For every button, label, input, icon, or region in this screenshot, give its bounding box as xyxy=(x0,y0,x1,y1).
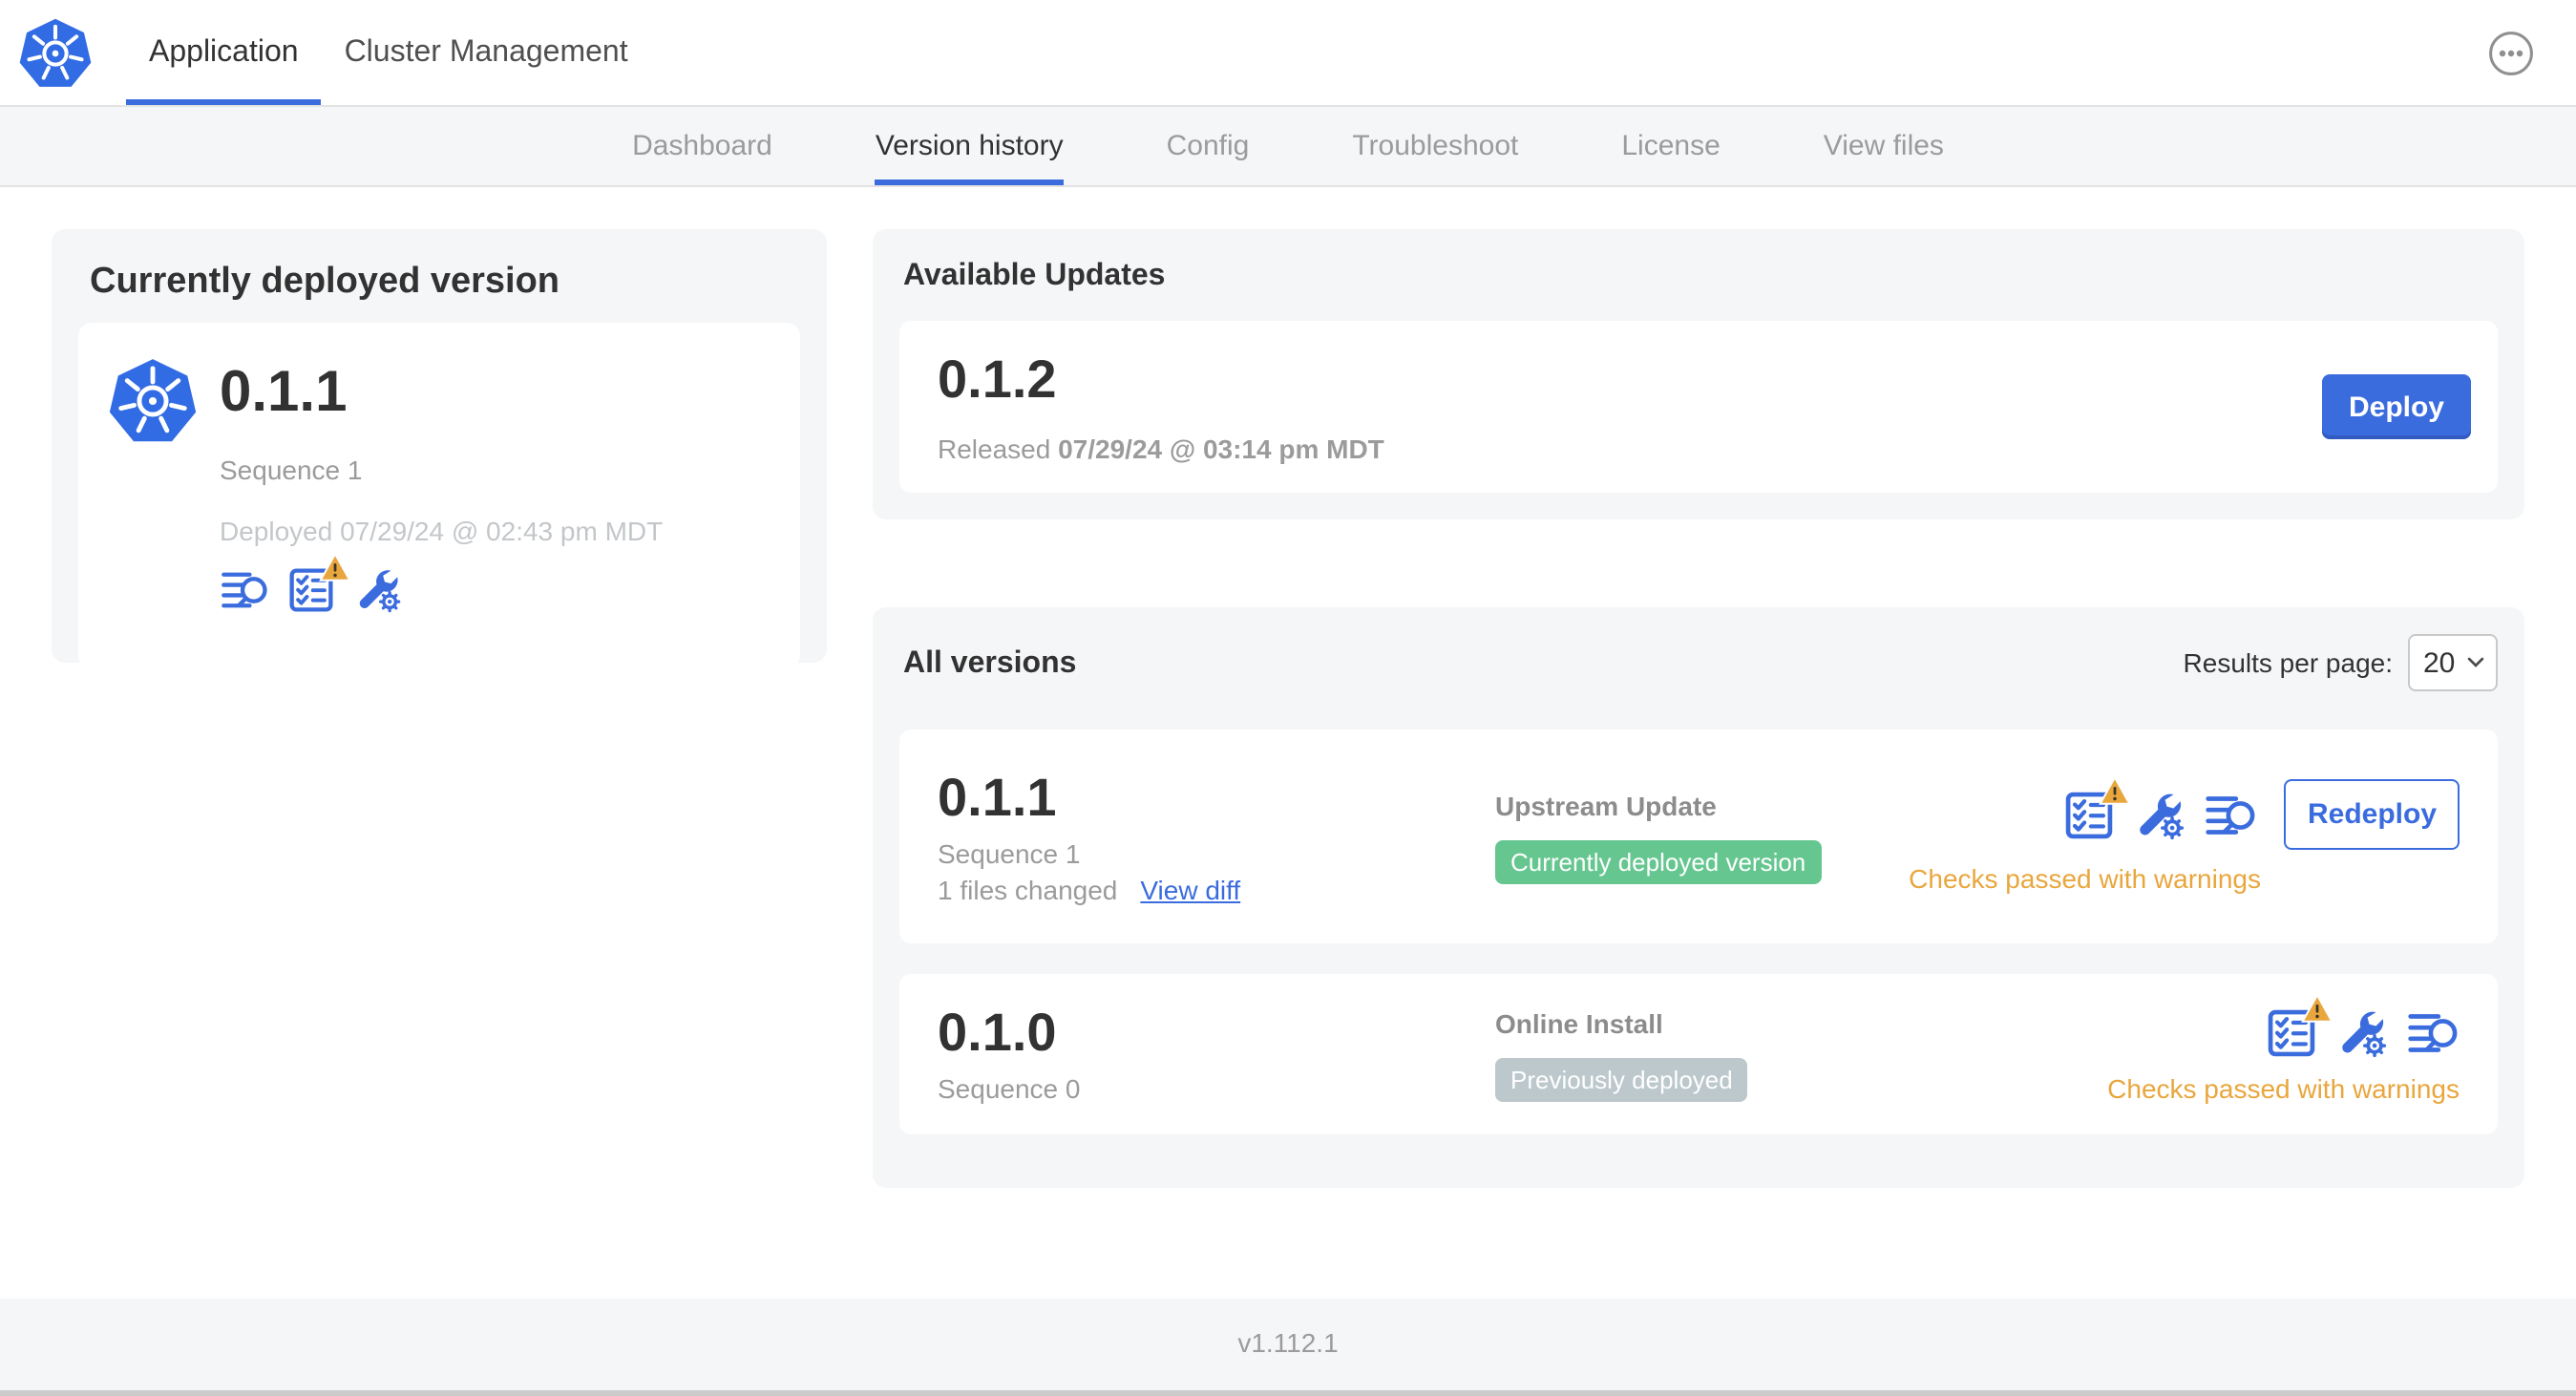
preflight-checks-warning-icon[interactable] xyxy=(286,553,351,615)
version-icon-row xyxy=(2063,775,2258,841)
version-info: 0.1.0 Sequence 0 xyxy=(938,1003,1495,1104)
edit-config-icon[interactable] xyxy=(2134,788,2187,841)
top-nav-right xyxy=(2488,0,2534,105)
results-per-page-value: 20 xyxy=(2423,646,2456,679)
currently-deployed-title: Currently deployed version xyxy=(90,262,560,302)
top-nav-tabs: Application Cluster Management xyxy=(126,0,651,105)
version-source-label: Upstream Update xyxy=(1495,790,1717,820)
available-updates-title: Available Updates xyxy=(903,260,1166,292)
all-versions-panel: All versions Results per page: 20 0.1.1 … xyxy=(873,607,2524,1188)
kubernetes-logo-icon xyxy=(19,0,92,105)
deploy-button[interactable]: Deploy xyxy=(2321,374,2471,439)
available-update-row: 0.1.2 Released 07/29/24 @ 03:14 pm MDT D… xyxy=(899,321,2498,493)
version-actions: Checks passed with warnings xyxy=(2107,993,2460,1103)
deployed-sequence: Sequence 1 xyxy=(220,455,363,485)
results-per-page-select[interactable]: 20 xyxy=(2408,634,2498,691)
version-source-block: Upstream Update Currently deployed versi… xyxy=(1495,790,1909,883)
admin-console-page: Application Cluster Management Dashboard… xyxy=(0,0,2576,1396)
redeploy-button[interactable]: Redeploy xyxy=(2284,779,2460,850)
released-date: 07/29/24 @ 03:14 pm MDT xyxy=(1058,434,1384,464)
console-version: v1.112.1 xyxy=(1237,1326,1339,1357)
version-source-label: Online Install xyxy=(1495,1007,1663,1038)
results-per-page-label: Results per page: xyxy=(2183,647,2393,678)
version-number: 0.1.0 xyxy=(938,1003,1057,1062)
update-released-line: Released 07/29/24 @ 03:14 pm MDT xyxy=(938,434,1384,464)
main-content: Currently deployed version 0.1.1 Sequenc… xyxy=(0,187,2576,1299)
version-files-line: 1 files changed View diff xyxy=(938,874,1495,904)
preflight-status-text: Checks passed with warnings xyxy=(1909,863,2261,894)
deployed-timestamp: Deployed 07/29/24 @ 02:43 pm MDT xyxy=(220,516,664,546)
tab-troubleshoot[interactable]: Troubleshoot xyxy=(1352,107,1518,185)
tab-cluster-management[interactable]: Cluster Management xyxy=(322,6,651,105)
ellipsis-menu-icon[interactable] xyxy=(2488,30,2534,75)
version-row-0-1-0: 0.1.0 Sequence 0 Online Install Previous… xyxy=(899,974,2498,1134)
version-actions-row xyxy=(2265,993,2460,1059)
warning-triangle-icon xyxy=(2100,774,2132,805)
app-logo-kubernetes-icon xyxy=(109,357,197,445)
tab-dashboard[interactable]: Dashboard xyxy=(632,107,772,185)
status-badge-currently-deployed: Currently deployed version xyxy=(1495,839,1822,883)
released-label: Released xyxy=(938,434,1051,464)
warning-triangle-icon xyxy=(319,552,351,582)
right-column: Available Updates 0.1.2 Released 07/29/2… xyxy=(873,229,2524,1188)
deploy-logs-icon[interactable] xyxy=(2406,1005,2460,1059)
edit-config-icon[interactable] xyxy=(2335,1005,2389,1059)
available-updates-panel: Available Updates 0.1.2 Released 07/29/2… xyxy=(873,229,2524,519)
tab-application[interactable]: Application xyxy=(126,6,322,105)
version-sequence: Sequence 0 xyxy=(938,1073,1081,1104)
view-diff-link[interactable]: View diff xyxy=(1140,874,1240,904)
currently-deployed-panel: Currently deployed version 0.1.1 Sequenc… xyxy=(52,229,827,668)
version-actions-row: Redeploy xyxy=(2063,775,2460,850)
diff-summary-icon[interactable] xyxy=(220,565,269,615)
deployed-icon-row xyxy=(220,553,663,615)
version-number: 0.1.1 xyxy=(938,767,1057,826)
tab-version-history[interactable]: Version history xyxy=(875,107,1064,185)
deployed-version-number: 0.1.1 xyxy=(220,361,348,424)
version-actions: Redeploy Checks passed with warnings xyxy=(1909,775,2460,894)
results-per-page: Results per page: 20 xyxy=(2184,634,2498,691)
version-sequence: Sequence 1 xyxy=(938,837,1081,868)
window-bottom-edge xyxy=(0,1390,2576,1396)
deployed-meta: 0.1.1 Sequence 1 Deployed 07/29/24 @ 02:… xyxy=(220,357,663,642)
version-source-block: Online Install Previously deployed xyxy=(1495,1007,2107,1101)
currently-deployed-card: 0.1.1 Sequence 1 Deployed 07/29/24 @ 02:… xyxy=(78,323,800,668)
app-sub-nav: Dashboard Version history Config Trouble… xyxy=(0,107,2576,187)
version-info: 0.1.1 Sequence 1 1 files changed View di… xyxy=(938,767,1495,904)
top-nav: Application Cluster Management xyxy=(0,0,2576,107)
deploy-logs-icon[interactable] xyxy=(2205,788,2258,841)
edit-config-icon[interactable] xyxy=(353,565,403,615)
files-changed-label: 1 files changed xyxy=(938,874,1118,904)
all-versions-header: All versions Results per page: 20 xyxy=(899,634,2498,691)
warning-triangle-icon xyxy=(2301,992,2333,1023)
chevron-down-icon xyxy=(2467,657,2484,667)
version-icon-row xyxy=(2265,993,2460,1059)
tab-license[interactable]: License xyxy=(1621,107,1720,185)
update-version-number: 0.1.2 xyxy=(938,349,1057,409)
footer: v1.112.1 xyxy=(0,1299,2576,1396)
preflight-checks-warning-icon[interactable] xyxy=(2265,993,2333,1059)
update-info: 0.1.2 Released 07/29/24 @ 03:14 pm MDT xyxy=(938,349,1384,464)
status-badge-previously-deployed: Previously deployed xyxy=(1495,1057,1748,1101)
all-versions-title: All versions xyxy=(903,647,1077,680)
preflight-status-text: Checks passed with warnings xyxy=(2107,1072,2460,1103)
tab-view-files[interactable]: View files xyxy=(1824,107,1944,185)
version-row-0-1-1: 0.1.1 Sequence 1 1 files changed View di… xyxy=(899,730,2498,943)
preflight-checks-warning-icon[interactable] xyxy=(2063,775,2132,841)
tab-config[interactable]: Config xyxy=(1167,107,1250,185)
